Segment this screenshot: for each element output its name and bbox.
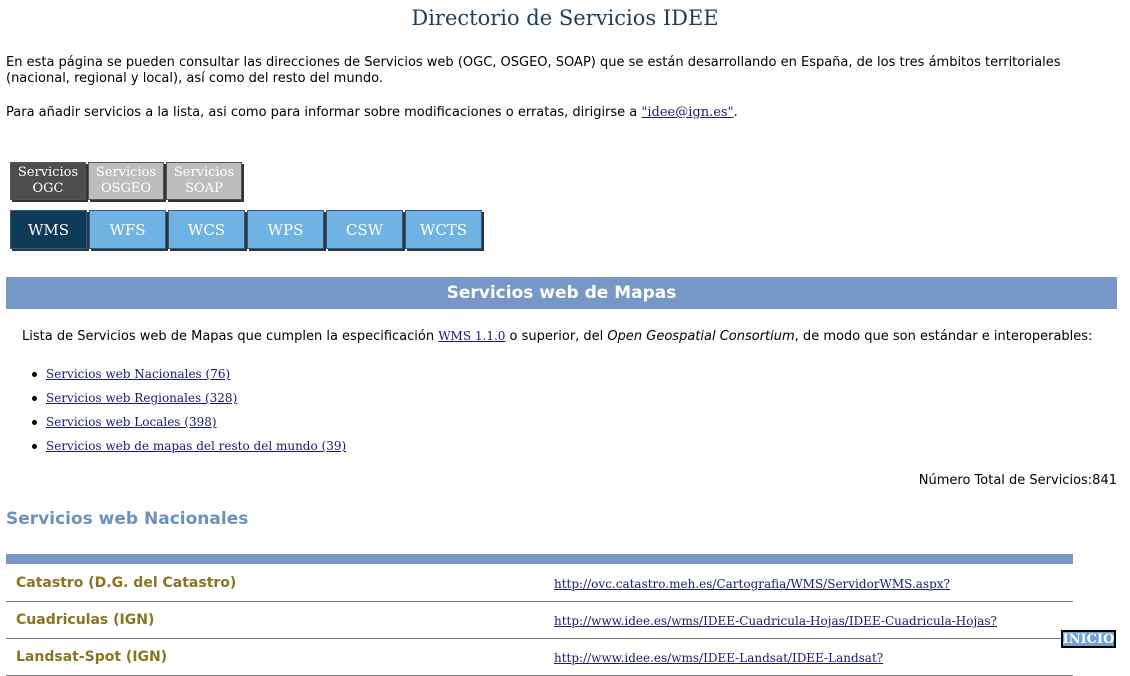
tab-servicios-osgeo[interactable]: Servicios OSGEO bbox=[88, 162, 164, 200]
wms-spec-link[interactable]: WMS 1.1.0 bbox=[438, 329, 505, 343]
section-heading: Servicios web Nacionales bbox=[6, 509, 249, 529]
service-name: Catastro (D.G. del Catastro) bbox=[16, 575, 237, 591]
list-item: Servicios web Nacionales (76) bbox=[31, 366, 346, 390]
link-regionales[interactable]: Servicios web Regionales (328) bbox=[46, 391, 237, 405]
service-url-link[interactable]: http://www.idee.es/wms/IDEE-Cuadricula-H… bbox=[554, 614, 997, 628]
ogc-name: Open Geospatial Consortium bbox=[607, 329, 795, 344]
contact-prefix: Para añadir servicios a la lista, asi co… bbox=[6, 105, 642, 120]
link-nacionales[interactable]: Servicios web Nacionales (76) bbox=[46, 367, 230, 381]
contact-text: Para añadir servicios a la lista, asi co… bbox=[6, 105, 1106, 121]
page-title: Directorio de Servicios IDEE bbox=[411, 6, 719, 30]
description-middle: o superior, del bbox=[505, 329, 608, 344]
tab-servicios-ogc[interactable]: Servicios OGC bbox=[10, 162, 86, 200]
tab-wms[interactable]: WMS bbox=[10, 210, 87, 249]
tab-line2: OSGEO bbox=[100, 181, 152, 196]
service-type-tabs: Servicios OGC Servicios OSGEO Servicios SOA… bbox=[10, 162, 242, 200]
service-url-link[interactable]: http://ovc.catastro.meh.es/Cartografia/W… bbox=[554, 577, 950, 591]
list-item: Servicios web de mapas del resto del mun… bbox=[31, 438, 346, 462]
link-resto-mundo[interactable]: Servicios web de mapas del resto del mun… bbox=[46, 439, 346, 453]
tab-servicios-soap[interactable]: Servicios SOAP bbox=[166, 162, 242, 200]
standard-tabs: WMS WFS WCS WPS CSW WCTS bbox=[10, 210, 482, 249]
table-row: Cuadriculas (IGN) http://www.idee.es/wms… bbox=[6, 602, 1073, 639]
service-name: Cuadriculas (IGN) bbox=[16, 612, 155, 628]
tab-line2: SOAP bbox=[185, 181, 223, 196]
tab-line2: OGC bbox=[32, 181, 64, 196]
table-row: Catastro (D.G. del Catastro) http://ovc.… bbox=[6, 565, 1073, 602]
tab-wcts[interactable]: WCTS bbox=[405, 210, 482, 249]
description-text: Lista de Servicios web de Mapas que cump… bbox=[22, 328, 1122, 345]
tab-wfs[interactable]: WFS bbox=[89, 210, 166, 249]
service-category-list: Servicios web Nacionales (76) Servicios … bbox=[31, 366, 346, 462]
list-item: Servicios web Locales (398) bbox=[31, 414, 346, 438]
contact-email-link[interactable]: "idee@ign.es" bbox=[641, 105, 733, 120]
table-row: Landsat-Spot (IGN) http://www.idee.es/wm… bbox=[6, 639, 1073, 676]
tab-line1: Servicios bbox=[95, 165, 157, 180]
intro-text: En esta página se pueden consultar las d… bbox=[6, 55, 1061, 86]
total-services: Número Total de Servicios:841 bbox=[918, 473, 1117, 488]
description-suffix: , de modo que son estándar e interoperab… bbox=[794, 329, 1093, 344]
tab-wps[interactable]: WPS bbox=[247, 210, 324, 249]
contact-suffix: . bbox=[733, 105, 738, 120]
table-header-bar bbox=[6, 554, 1073, 564]
inicio-button[interactable]: INICIO bbox=[1061, 630, 1116, 648]
tab-wcs[interactable]: WCS bbox=[168, 210, 245, 249]
section-banner: Servicios web de Mapas bbox=[6, 277, 1117, 309]
description-prefix: Lista de Servicios web de Mapas que cump… bbox=[22, 329, 439, 344]
list-item: Servicios web Regionales (328) bbox=[31, 390, 346, 414]
tab-line1: Servicios bbox=[17, 165, 79, 180]
tab-line1: Servicios bbox=[173, 165, 235, 180]
link-locales[interactable]: Servicios web Locales (398) bbox=[46, 415, 217, 429]
tab-csw[interactable]: CSW bbox=[326, 210, 403, 249]
